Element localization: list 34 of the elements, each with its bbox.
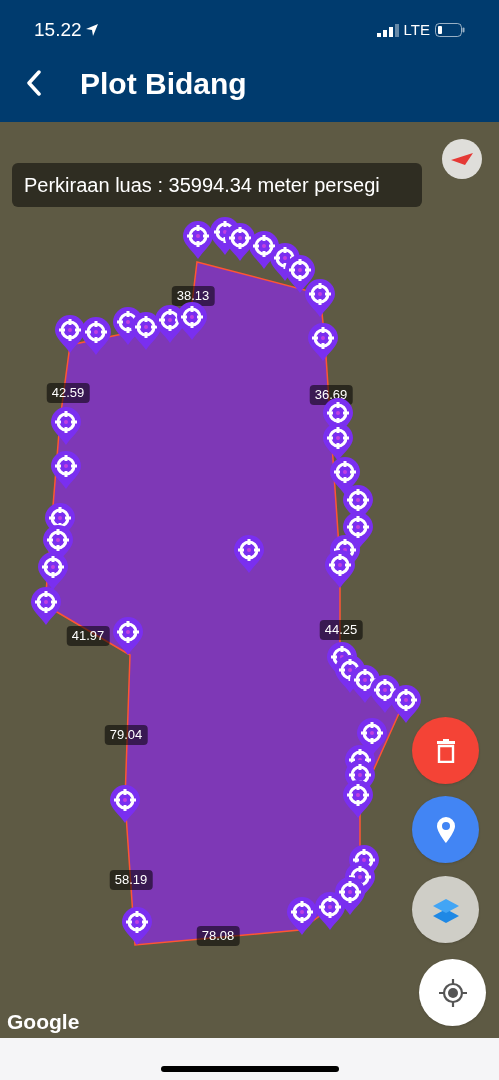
vertex-marker-icon[interactable] [50, 406, 82, 446]
page-title: Plot Bidang [80, 65, 247, 102]
distance-label: 44.25 [319, 620, 363, 640]
distance-label: 58.19 [109, 870, 153, 890]
network-type: LTE [403, 19, 430, 40]
vertex-markers-drawing[interactable] [286, 844, 380, 936]
distance-label: 79.04 [104, 725, 148, 745]
vertex-markers-drawing[interactable] [322, 397, 374, 589]
signal-icon [376, 23, 399, 37]
vertex-marker-icon[interactable] [233, 534, 265, 574]
vertex-markers-drawing[interactable] [326, 641, 422, 724]
vertex-markers-drawing[interactable] [54, 301, 208, 356]
vertex-markers-drawing[interactable] [30, 502, 76, 626]
distance-label: 42.59 [46, 383, 90, 403]
distance-label: 41.97 [66, 626, 110, 646]
map-pin-icon [436, 816, 455, 843]
location-arrow-icon [84, 23, 99, 37]
vertex-markers-drawing[interactable] [342, 717, 388, 819]
vertex-marker-icon[interactable] [109, 784, 141, 824]
trash-icon [435, 738, 456, 763]
area-info-label: Perkiraan luas : 35994.34 meter persegi [12, 163, 422, 207]
distance-label: 78.08 [196, 926, 240, 946]
distance-label: 38.13 [171, 286, 215, 306]
status-time: 15.22 [34, 17, 82, 42]
vertex-marker-icon[interactable] [50, 450, 82, 490]
map-attribution: Google [7, 1009, 80, 1035]
compass-icon [451, 153, 473, 165]
vertex-marker-icon[interactable] [121, 906, 153, 946]
my-location-icon [438, 978, 467, 1007]
layers-icon [432, 896, 459, 923]
back-icon [26, 70, 42, 96]
battery-icon [435, 23, 465, 37]
vertex-marker-icon[interactable] [112, 616, 144, 656]
vertex-marker-icon[interactable] [307, 322, 339, 362]
